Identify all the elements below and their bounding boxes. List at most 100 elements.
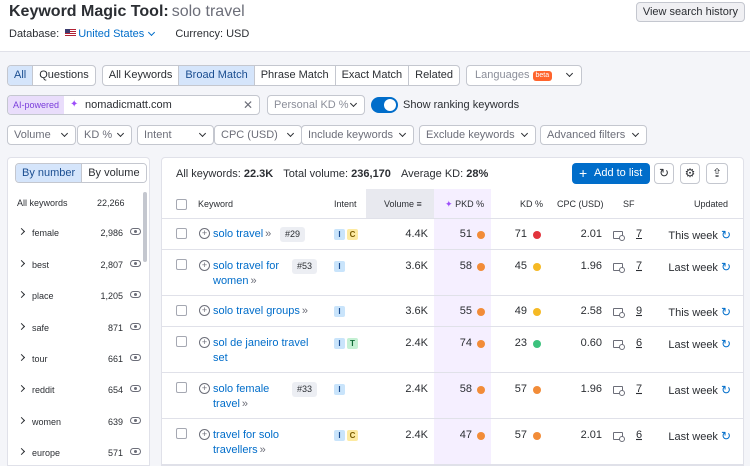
group-item[interactable]: women 639 (8, 411, 149, 435)
add-keyword-icon[interactable]: + (199, 305, 210, 316)
row-checkbox[interactable] (176, 228, 187, 239)
domain-input[interactable] (85, 97, 235, 113)
col-volume[interactable]: Volume ≡ (384, 199, 422, 209)
all-keywords-group[interactable]: All keywords 22,266 (8, 194, 149, 212)
refresh-button[interactable]: ↻ (654, 163, 674, 184)
refresh-icon[interactable]: ↻ (721, 429, 731, 443)
kd-value: 57 (514, 429, 527, 441)
sf-value[interactable]: 7 (636, 228, 642, 240)
add-keyword-icon[interactable]: + (199, 383, 210, 394)
sf-value[interactable]: 6 (636, 429, 642, 441)
group-count: 871 (107, 323, 123, 333)
eye-icon[interactable] (130, 323, 141, 330)
serp-preview-icon[interactable] (613, 308, 625, 318)
exclude-keywords-filter[interactable]: Exclude keywords (419, 125, 536, 145)
eye-icon[interactable] (130, 260, 141, 267)
cpc-filter[interactable]: CPC (USD) (214, 125, 302, 145)
add-keyword-icon[interactable]: + (199, 429, 210, 440)
sf-value[interactable]: 7 (636, 260, 642, 272)
tab-exact-match[interactable]: Exact Match (336, 66, 410, 85)
keyword-link[interactable]: solo travel groups» (213, 304, 308, 319)
refresh-icon[interactable]: ↻ (721, 305, 731, 319)
group-item[interactable]: tour 661 (8, 348, 149, 372)
col-sf[interactable]: SF (623, 199, 635, 209)
keyword-link[interactable]: solo female travel» (213, 382, 269, 412)
group-item[interactable]: reddit 654 (8, 379, 149, 403)
personal-kd-select[interactable]: Personal KD % (267, 95, 365, 115)
view-history-button[interactable]: View search history (635, 2, 745, 22)
tab-questions[interactable]: Questions (33, 66, 95, 85)
sort-by-number[interactable]: By number (16, 164, 83, 182)
database-select[interactable]: United States (65, 28, 156, 40)
tab-all-keywords[interactable]: All Keywords (103, 66, 180, 85)
row-checkbox[interactable] (176, 305, 187, 316)
group-item[interactable]: place 1,205 (8, 285, 149, 309)
keyword-link[interactable]: travel for solo travellers» (213, 428, 279, 458)
row-checkbox[interactable] (176, 382, 187, 393)
eye-icon[interactable] (130, 417, 141, 424)
eye-icon[interactable] (130, 291, 141, 298)
serp-preview-icon[interactable] (613, 340, 625, 350)
refresh-icon[interactable]: ↻ (721, 337, 731, 351)
keyword-link[interactable]: sol de janeiro travel set (213, 336, 308, 366)
eye-icon[interactable] (130, 354, 141, 361)
refresh-icon[interactable]: ↻ (721, 383, 731, 397)
clear-icon[interactable]: ✕ (243, 98, 253, 112)
col-intent[interactable]: Intent (334, 199, 357, 209)
sf-value[interactable]: 7 (636, 383, 642, 395)
serp-preview-icon[interactable] (613, 231, 625, 241)
group-item[interactable]: europe 571 (8, 442, 149, 466)
refresh-icon[interactable]: ↻ (721, 260, 731, 274)
select-all-checkbox[interactable] (176, 199, 187, 210)
col-pkd[interactable]: ✦ PKD % (445, 199, 484, 210)
keyword-link[interactable]: solo travel» (213, 227, 271, 242)
tab-broad-match[interactable]: Broad Match (179, 66, 255, 85)
serp-preview-icon[interactable] (613, 263, 625, 273)
double-chevron-icon: » (250, 275, 257, 287)
add-to-list-button[interactable]: + Add to list (572, 163, 650, 184)
pkd-value: 58 (459, 260, 472, 272)
serp-preview-icon[interactable] (613, 432, 625, 442)
kd-value: 71 (514, 228, 527, 240)
add-keyword-icon[interactable]: + (199, 337, 210, 348)
sparkle-icon: ✦ (70, 99, 79, 110)
kd-value: 49 (514, 305, 527, 317)
volume-filter[interactable]: Volume (7, 125, 76, 145)
row-checkbox[interactable] (176, 259, 187, 270)
eye-icon[interactable] (130, 448, 141, 455)
add-keyword-icon[interactable]: + (199, 260, 210, 271)
kd-difficulty-dot (533, 386, 541, 394)
sort-by-volume[interactable]: By volume (82, 164, 146, 182)
row-checkbox[interactable] (176, 428, 187, 439)
col-updated[interactable]: Updated (694, 199, 728, 209)
database-line: Database: United States Currency: USD (9, 28, 249, 40)
row-checkbox[interactable] (176, 336, 187, 347)
group-name: best (32, 260, 50, 270)
eye-icon[interactable] (130, 228, 141, 235)
eye-icon[interactable] (130, 385, 141, 392)
serp-preview-icon[interactable] (613, 386, 625, 396)
export-button[interactable]: ⇪ (706, 163, 728, 184)
sf-value[interactable]: 9 (636, 305, 642, 317)
tab-phrase-match[interactable]: Phrase Match (255, 66, 336, 85)
include-keywords-filter[interactable]: Include keywords (301, 125, 414, 145)
tab-all[interactable]: All (8, 66, 34, 85)
col-kd[interactable]: KD % (520, 199, 543, 209)
group-item[interactable]: female 2,986 (8, 222, 149, 246)
intent-filter[interactable]: Intent (137, 125, 214, 145)
add-keyword-icon[interactable]: + (199, 228, 210, 239)
languages-select[interactable]: Languages beta (466, 65, 583, 86)
col-cpc[interactable]: CPC (USD) (557, 199, 604, 209)
ranking-toggle[interactable] (371, 97, 398, 113)
sparkle-icon: ✦ (445, 199, 453, 209)
group-item[interactable]: best 2,807 (8, 254, 149, 278)
col-keyword[interactable]: Keyword (198, 199, 233, 209)
settings-button[interactable]: ⚙ (680, 163, 700, 184)
refresh-icon[interactable]: ↻ (721, 228, 731, 242)
group-item[interactable]: safe 871 (8, 317, 149, 341)
keyword-link[interactable]: solo travel for women» (213, 259, 279, 289)
tab-related[interactable]: Related (409, 66, 459, 85)
kd-filter[interactable]: KD % (77, 125, 132, 145)
sf-value[interactable]: 6 (636, 337, 642, 349)
advanced-filters[interactable]: Advanced filters (540, 125, 647, 145)
